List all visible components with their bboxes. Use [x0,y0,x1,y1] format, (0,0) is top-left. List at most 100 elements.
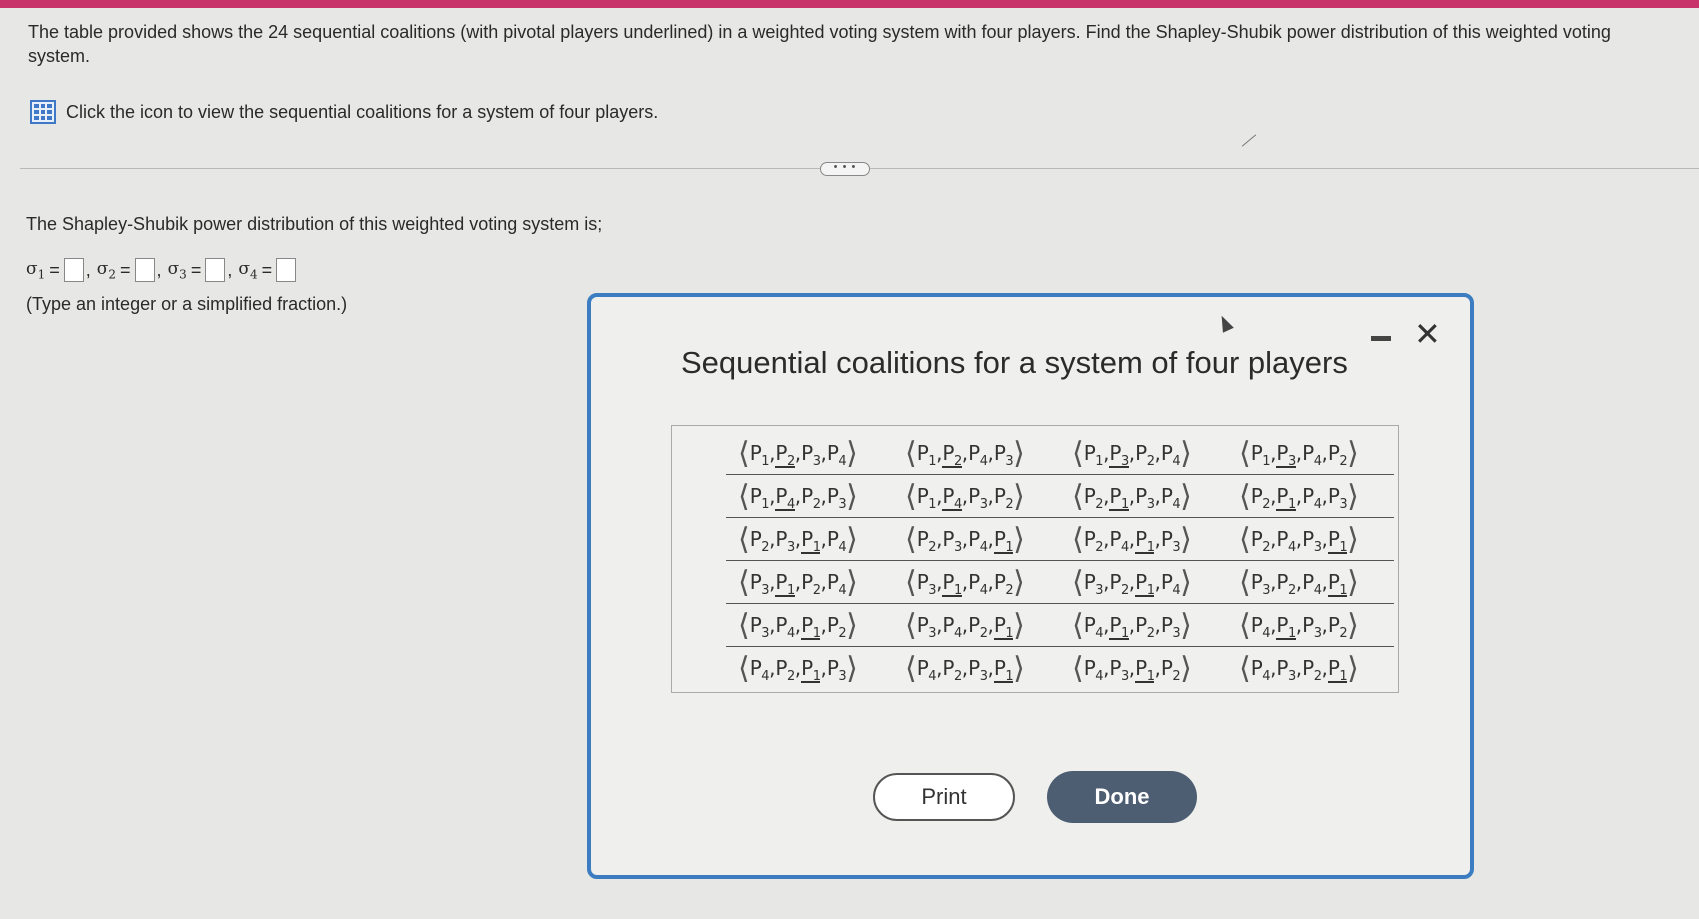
pivotal-player: P3 [1109,440,1129,469]
player: P2 [1250,526,1271,555]
player: P2 [968,612,988,641]
player: P3 [1083,569,1104,598]
player: P1 [1250,440,1271,469]
close-bracket: ⟩ [1013,435,1025,471]
player: P3 [968,655,988,684]
close-bracket: ⟩ [1347,607,1359,643]
open-bracket: ⟨ [905,650,917,686]
player: P4 [968,440,988,469]
coalition-row: ⟨P1,P4,P2,P3⟩ ⟨P1,P4,P3,P2⟩ ⟨P2,P1,P3,P4⟩ ⟨… [726,475,1394,518]
player: P2 [801,569,821,598]
sigma-2-input[interactable] [134,258,155,282]
player: P3 [1160,526,1181,555]
pivotal-player: P1 [1276,612,1296,641]
coalition-cell: ⟨P2,P1,P3,P4⟩ [1072,478,1192,514]
player: P4 [826,569,847,598]
player: P3 [993,440,1014,469]
pivotal-player: P1 [775,569,795,598]
player: P2 [993,569,1014,598]
close-bracket: ⟩ [1180,607,1192,643]
player: P3 [801,440,821,469]
open-bracket: ⟨ [905,521,917,557]
view-coalitions-link[interactable]: Click the icon to view the sequential co… [30,100,658,124]
open-bracket: ⟨ [738,521,750,557]
sigma-3-input[interactable] [205,258,226,282]
table-grid-icon[interactable] [30,100,56,124]
player: P2 [993,483,1014,512]
player: P4 [775,612,795,641]
view-coalitions-label[interactable]: Click the icon to view the sequential co… [66,102,658,123]
coalition-cell: ⟨P2,P3,P1,P4⟩ [738,521,858,557]
pivotal-player: P2 [775,440,795,469]
player: P2 [1276,569,1296,598]
sigma-label-2: σ2 [96,258,117,282]
player: P4 [826,526,847,555]
sigma-4-input[interactable] [276,258,297,282]
coalition-cell: ⟨P4,P1,P3,P2⟩ [1239,607,1359,643]
player: P4 [916,655,937,684]
open-bracket: ⟨ [905,478,917,514]
player: P3 [1276,655,1296,684]
player: P2 [1083,526,1104,555]
player: P3 [749,569,770,598]
pivotal-player: P1 [1327,655,1348,684]
player: P4 [1276,526,1296,555]
player: P4 [1250,612,1271,641]
coalition-cell: ⟨P2,P4,P3,P1⟩ [1239,521,1359,557]
sigma-1-input[interactable] [63,258,84,282]
player: P3 [826,483,847,512]
coalition-row: ⟨P3,P1,P2,P4⟩ ⟨P3,P1,P4,P2⟩ ⟨P3,P2,P1,P4⟩ ⟨… [726,561,1394,604]
open-bracket: ⟨ [1072,607,1084,643]
open-bracket: ⟨ [738,607,750,643]
player: P4 [1302,440,1322,469]
open-bracket: ⟨ [905,564,917,600]
sigma-label-4: σ4 [238,258,258,282]
open-bracket: ⟨ [905,607,917,643]
player: P3 [1109,655,1129,684]
player: P1 [916,440,937,469]
print-button[interactable]: Print [873,773,1015,821]
answer-hint: (Type an integer or a simplified fractio… [26,294,348,314]
open-bracket: ⟨ [738,564,750,600]
pivotal-player: P3 [1276,440,1296,469]
pivotal-player: P1 [993,655,1014,684]
close-bracket: ⟩ [1347,435,1359,471]
open-bracket: ⟨ [1072,521,1084,557]
close-icon[interactable]: ✕ [1414,315,1441,353]
close-bracket: ⟩ [1180,435,1192,471]
pivotal-player: P1 [1135,569,1155,598]
open-bracket: ⟨ [1072,435,1084,471]
player: P2 [1083,483,1104,512]
coalition-row: ⟨P2,P3,P1,P4⟩ ⟨P2,P3,P4,P1⟩ ⟨P2,P4,P1,P3⟩ ⟨… [726,518,1394,561]
dialog-title: Sequential coalitions for a system of fo… [681,345,1348,380]
done-button[interactable]: Done [1047,771,1197,823]
player: P3 [826,655,847,684]
close-bracket: ⟩ [1180,521,1192,557]
open-bracket: ⟨ [1072,564,1084,600]
open-bracket: ⟨ [1239,521,1251,557]
coalition-cell: ⟨P3,P1,P4,P2⟩ [905,564,1025,600]
open-bracket: ⟨ [1239,564,1251,600]
close-bracket: ⟩ [1013,478,1025,514]
close-bracket: ⟩ [846,478,858,514]
player: P4 [826,440,847,469]
open-bracket: ⟨ [738,650,750,686]
answer-row: σ1 =, σ2 =, σ3 =, σ4 = [26,258,297,282]
player: P2 [1250,483,1271,512]
minimize-button[interactable] [1371,336,1391,341]
pivotal-player: P1 [1276,483,1296,512]
player: P4 [942,612,962,641]
player: P3 [916,612,937,641]
close-bracket: ⟩ [1180,478,1192,514]
coalitions-dialog: Sequential coalitions for a system of fo… [587,293,1474,879]
close-bracket: ⟩ [846,650,858,686]
expand-more-button[interactable]: • • • [820,162,870,176]
player: P4 [1250,655,1271,684]
coalition-cell: ⟨P3,P2,P1,P4⟩ [1072,564,1192,600]
player: P2 [916,526,937,555]
player: P4 [1302,483,1322,512]
coalition-cell: ⟨P3,P4,P2,P1⟩ [905,607,1025,643]
coalition-cell: ⟨P1,P2,P4,P3⟩ [905,435,1025,471]
top-accent-bar [0,0,1699,8]
open-bracket: ⟨ [738,478,750,514]
